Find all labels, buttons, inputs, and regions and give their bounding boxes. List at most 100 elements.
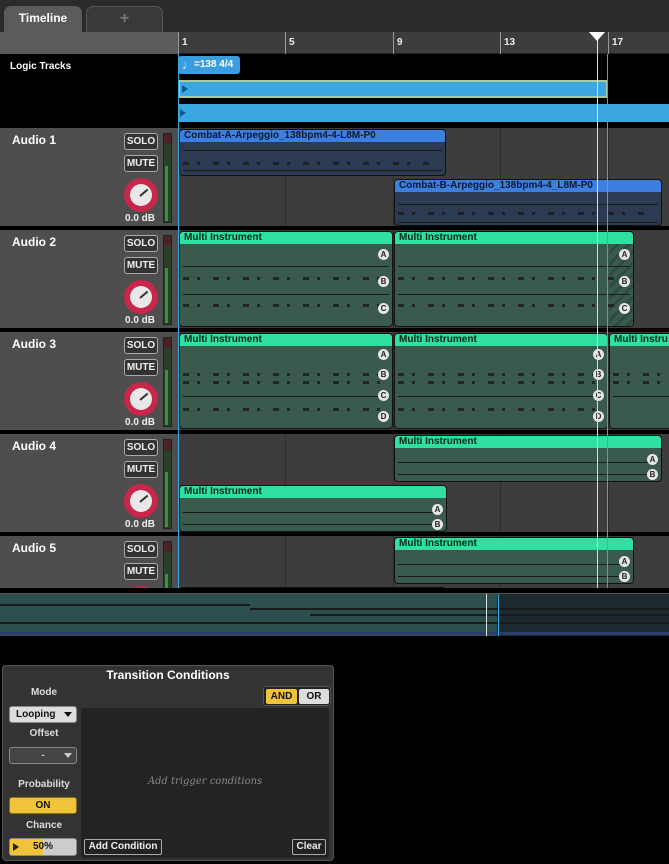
variant-badge: C bbox=[593, 390, 604, 401]
music-note-icon: ♩ bbox=[182, 58, 194, 72]
ruler-mark: 9 bbox=[397, 37, 403, 48]
conditions-list[interactable]: Add trigger conditions bbox=[81, 708, 329, 858]
clip-title: Combat-B-Arpeggio_138bpm4-4_L8M-P0 bbox=[395, 180, 661, 192]
level-meter bbox=[163, 337, 172, 427]
playhead-marker-icon[interactable] bbox=[589, 32, 605, 41]
mute-button[interactable]: MUTE bbox=[124, 155, 158, 172]
loop-end-line[interactable] bbox=[607, 54, 608, 588]
solo-button[interactable]: SOLO bbox=[124, 439, 158, 456]
multi-instrument-clip[interactable]: Multi Instrument A B C D bbox=[179, 333, 393, 429]
track-lane-audio-2[interactable]: Multi Instrument A B C Multi Instrument … bbox=[178, 228, 669, 328]
probability-toggle[interactable]: ON bbox=[9, 797, 77, 814]
solo-button[interactable]: SOLO bbox=[124, 133, 158, 150]
variant-badge: B bbox=[378, 369, 389, 380]
empty-conditions-hint: Add trigger conditions bbox=[147, 776, 263, 787]
tempo-marker[interactable]: ♩ =138 4/4 bbox=[178, 56, 240, 74]
track-header-audio-3: Audio 3 SOLO MUTE 0.0 dB bbox=[0, 330, 178, 430]
or-button[interactable]: OR bbox=[299, 689, 329, 704]
clip-title: Multi Instrument bbox=[395, 334, 607, 346]
variant-badge: A bbox=[432, 504, 443, 515]
chance-value: 50% bbox=[32, 841, 53, 852]
variant-badge: A bbox=[619, 556, 630, 567]
volume-knob[interactable] bbox=[124, 484, 158, 518]
play-marker-icon bbox=[180, 109, 186, 117]
variant-badge: C bbox=[378, 303, 389, 314]
variant-badge: B bbox=[432, 519, 443, 530]
volume-value: 0.0 dB bbox=[125, 519, 156, 530]
multi-instrument-clip[interactable]: Multi Instrument A B C D bbox=[394, 333, 608, 429]
clip-title: Multi Instrument bbox=[180, 486, 446, 498]
track-lane-audio-1[interactable]: Combat-A-Arpeggio_138bpm4-4-L8M-P0 Comba… bbox=[178, 126, 669, 226]
transition-conditions-panel: Transition Conditions Mode Looping Offse… bbox=[2, 665, 334, 861]
offset-select[interactable]: - bbox=[9, 747, 77, 764]
solo-button[interactable]: SOLO bbox=[124, 337, 158, 354]
multi-instrument-clip[interactable]: Multi Instru bbox=[609, 333, 669, 429]
multi-instrument-clip[interactable]: Multi Instrument A B bbox=[179, 485, 447, 532]
tempo-value: =138 4/4 bbox=[194, 59, 234, 70]
multi-instrument-clip[interactable]: Multi Instrument A B C bbox=[179, 231, 393, 327]
track-lane-audio-4[interactable]: Multi Instrument A B Multi Instrument A … bbox=[178, 432, 669, 532]
ruler-mark: 1 bbox=[182, 37, 188, 48]
play-marker-icon bbox=[182, 85, 188, 93]
variant-badge: C bbox=[619, 303, 630, 314]
mute-button[interactable]: MUTE bbox=[124, 257, 158, 274]
variant-badge: A bbox=[619, 249, 630, 260]
multi-instrument-clip[interactable]: Multi Instrument A B bbox=[394, 435, 662, 482]
level-meter bbox=[163, 133, 172, 223]
solo-button[interactable]: SOLO bbox=[124, 235, 158, 252]
logic-region[interactable] bbox=[178, 80, 608, 98]
multi-instrument-clip[interactable]: Multi Instrument A B bbox=[394, 537, 634, 584]
mode-label: Mode bbox=[30, 687, 58, 698]
add-tab-button[interactable]: + bbox=[86, 6, 163, 32]
variant-badge: A bbox=[593, 349, 604, 360]
volume-knob[interactable] bbox=[124, 280, 158, 314]
multi-instrument-clip[interactable]: Multi Instrument A B C bbox=[394, 231, 634, 327]
audio-clip[interactable]: Combat-B-Arpeggio_138bpm4-4_L8M-P0 bbox=[394, 179, 662, 226]
solo-button[interactable]: SOLO bbox=[124, 541, 158, 558]
clip-title: Multi Instru bbox=[610, 334, 669, 346]
clear-button[interactable]: Clear bbox=[292, 839, 326, 855]
variant-badge: B bbox=[378, 276, 389, 287]
multi-instrument-clip[interactable] bbox=[179, 587, 447, 588]
level-meter bbox=[163, 439, 172, 529]
timeline-header-spacer bbox=[0, 32, 178, 54]
offset-value: - bbox=[41, 750, 45, 761]
mute-button[interactable]: MUTE bbox=[124, 359, 158, 376]
logic-region[interactable] bbox=[178, 104, 669, 122]
knob-pointer bbox=[139, 290, 149, 299]
track-name: Audio 3 bbox=[12, 337, 56, 351]
mute-button[interactable]: MUTE bbox=[124, 563, 158, 580]
clip-title: Multi Instrument bbox=[180, 334, 392, 346]
variant-badge: C bbox=[378, 390, 389, 401]
tab-bar: Timeline + bbox=[0, 0, 669, 32]
ruler-tick bbox=[178, 32, 179, 54]
chance-slider[interactable]: 50% bbox=[9, 838, 77, 856]
playhead-line[interactable] bbox=[597, 40, 598, 588]
logic-tracks-header: Logic Tracks bbox=[0, 54, 178, 126]
probability-label: Probability bbox=[18, 779, 70, 790]
ruler-mark: 13 bbox=[504, 37, 516, 48]
audio-clip[interactable]: Combat-A-Arpeggio_138bpm4-4-L8M-P0 bbox=[179, 129, 446, 176]
mode-select[interactable]: Looping bbox=[9, 706, 77, 723]
chance-label: Chance bbox=[25, 820, 63, 831]
timeline-overview[interactable] bbox=[0, 593, 669, 636]
mute-button[interactable]: MUTE bbox=[124, 461, 158, 478]
variant-badge: A bbox=[378, 349, 389, 360]
volume-knob[interactable] bbox=[124, 178, 158, 212]
ruler-mark: 17 bbox=[612, 37, 624, 48]
variant-badge: D bbox=[378, 411, 389, 422]
variant-badge: B bbox=[647, 469, 658, 480]
track-header-audio-4: Audio 4 SOLO MUTE 0.0 dB bbox=[0, 432, 178, 532]
tab-timeline[interactable]: Timeline bbox=[4, 6, 82, 32]
track-lane-audio-5[interactable]: Multi Instrument A B bbox=[178, 534, 669, 588]
volume-knob[interactable] bbox=[124, 586, 158, 588]
add-condition-button[interactable]: Add Condition bbox=[84, 839, 162, 855]
knob-pointer bbox=[139, 392, 149, 401]
track-lane-audio-3[interactable]: Multi Instrument A B C D Multi Instrumen… bbox=[178, 330, 669, 430]
and-button[interactable]: AND bbox=[266, 689, 297, 704]
volume-knob[interactable] bbox=[124, 382, 158, 416]
track-name: Audio 4 bbox=[12, 439, 56, 453]
clip-title: Multi Instrument bbox=[395, 436, 661, 448]
ruler-tick bbox=[393, 32, 394, 54]
level-meter bbox=[163, 541, 172, 588]
